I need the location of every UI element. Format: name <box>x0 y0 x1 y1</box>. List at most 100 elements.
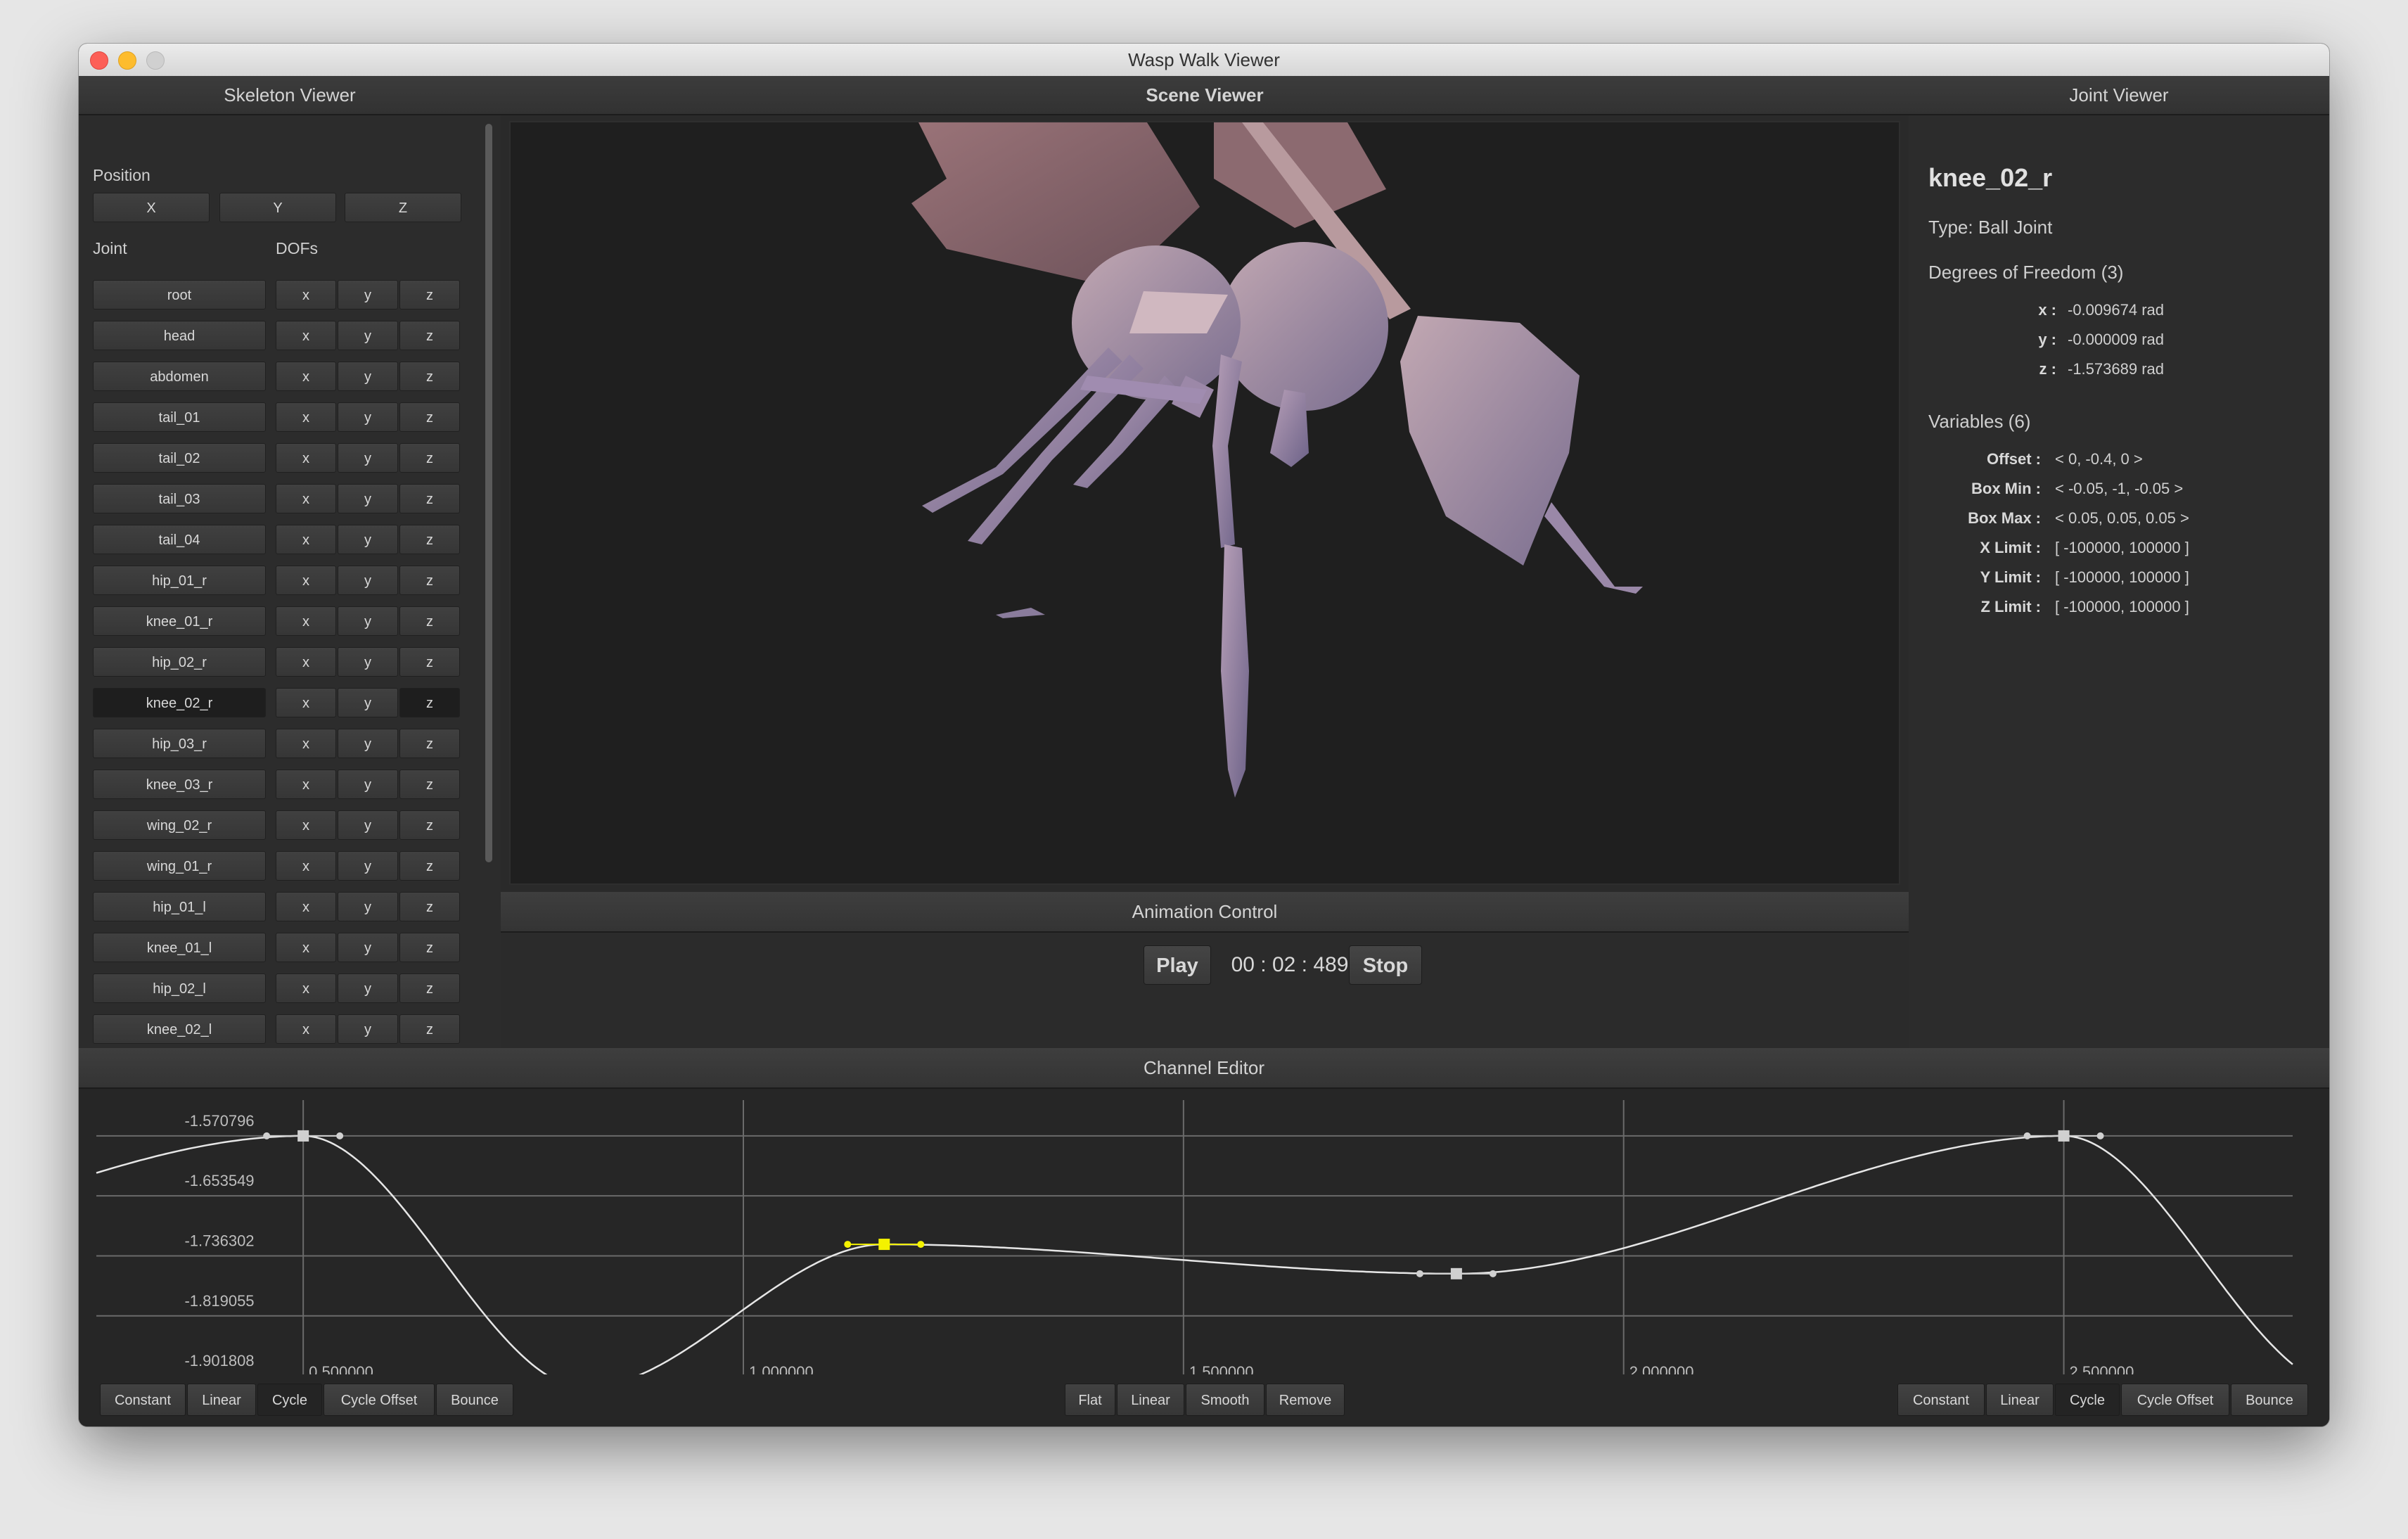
channel-curve-graph[interactable]: -1.570796 -1.653549 -1.736302 -1.819055 -1.9… <box>79 1087 2329 1374</box>
position-y-button[interactable]: Y <box>219 193 336 222</box>
dof-z-button[interactable]: z <box>399 647 460 677</box>
left-extrap-bounce-button[interactable]: Bounce <box>436 1384 513 1416</box>
dof-z-button[interactable]: z <box>399 402 460 432</box>
dof-x-button[interactable]: x <box>276 321 336 350</box>
dof-z-button[interactable]: z <box>399 525 460 554</box>
keyframe-marker[interactable] <box>878 1239 890 1251</box>
joint-list-scrollbar[interactable] <box>485 124 492 862</box>
right-extrap-cycle-button[interactable]: Cycle <box>2055 1384 2120 1416</box>
dof-x-button[interactable]: x <box>276 402 336 432</box>
dof-x-button[interactable]: x <box>276 606 336 636</box>
joint-button-knee_01_l[interactable]: knee_01_l <box>93 933 266 962</box>
dof-y-button[interactable]: y <box>338 1014 398 1044</box>
joint-button-knee_01_r[interactable]: knee_01_r <box>93 606 266 636</box>
dof-y-button[interactable]: y <box>338 443 398 473</box>
dof-z-button[interactable]: z <box>399 770 460 799</box>
dof-z-button[interactable]: z <box>399 484 460 513</box>
dof-y-button[interactable]: y <box>338 321 398 350</box>
joint-button-knee_03_r[interactable]: knee_03_r <box>93 770 266 799</box>
dof-z-button[interactable]: z <box>399 892 460 921</box>
joint-button-hip_01_r[interactable]: hip_01_r <box>93 566 266 595</box>
dof-x-button[interactable]: x <box>276 280 336 309</box>
dof-y-button[interactable]: y <box>338 770 398 799</box>
tangent-smooth-button[interactable]: Smooth <box>1186 1384 1264 1416</box>
dof-x-button[interactable]: x <box>276 566 336 595</box>
joint-button-hip_01_l[interactable]: hip_01_l <box>93 892 266 921</box>
dof-z-button[interactable]: z <box>399 443 460 473</box>
position-x-button[interactable]: X <box>93 193 210 222</box>
dof-z-button[interactable]: z <box>399 606 460 636</box>
tangent-flat-button[interactable]: Flat <box>1065 1384 1115 1416</box>
dof-y-button[interactable]: y <box>338 402 398 432</box>
dof-z-button[interactable]: z <box>399 688 460 717</box>
joint-button-root[interactable]: root <box>93 280 266 309</box>
right-extrap-cycle-offset-button[interactable]: Cycle Offset <box>2121 1384 2229 1416</box>
left-extrap-cycle-offset-button[interactable]: Cycle Offset <box>324 1384 435 1416</box>
dof-x-button[interactable]: x <box>276 362 336 391</box>
dof-x-button[interactable]: x <box>276 851 336 881</box>
joint-button-abdomen[interactable]: abdomen <box>93 362 266 391</box>
right-extrap-constant-button[interactable]: Constant <box>1897 1384 1985 1416</box>
dof-y-button[interactable]: y <box>338 851 398 881</box>
dof-z-button[interactable]: z <box>399 729 460 758</box>
right-extrap-linear-button[interactable]: Linear <box>1986 1384 2054 1416</box>
dof-y-button[interactable]: y <box>338 362 398 391</box>
dof-y-button[interactable]: y <box>338 525 398 554</box>
joint-button-head[interactable]: head <box>93 321 266 350</box>
joint-button-tail_02[interactable]: tail_02 <box>93 443 266 473</box>
dof-x-button[interactable]: x <box>276 443 336 473</box>
joint-button-tail_03[interactable]: tail_03 <box>93 484 266 513</box>
dof-z-button[interactable]: z <box>399 933 460 962</box>
joint-button-knee_02_l[interactable]: knee_02_l <box>93 1014 266 1044</box>
dof-x-button[interactable]: x <box>276 525 336 554</box>
stop-button[interactable]: Stop <box>1349 945 1422 985</box>
dof-z-button[interactable]: z <box>399 973 460 1003</box>
scene-viewport[interactable] <box>509 121 1900 885</box>
right-extrap-bounce-button[interactable]: Bounce <box>2231 1384 2308 1416</box>
play-button[interactable]: Play <box>1144 945 1211 985</box>
dof-x-button[interactable]: x <box>276 933 336 962</box>
left-extrap-cycle-button[interactable]: Cycle <box>257 1384 322 1416</box>
dof-x-button[interactable]: x <box>276 892 336 921</box>
keyframe-marker[interactable] <box>297 1130 309 1142</box>
dof-y-button[interactable]: y <box>338 729 398 758</box>
joint-button-wing_02_r[interactable]: wing_02_r <box>93 810 266 840</box>
dof-y-button[interactable]: y <box>338 566 398 595</box>
dof-x-button[interactable]: x <box>276 688 336 717</box>
dof-z-button[interactable]: z <box>399 1014 460 1044</box>
dof-x-button[interactable]: x <box>276 729 336 758</box>
dof-x-button[interactable]: x <box>276 484 336 513</box>
joint-button-knee_02_r[interactable]: knee_02_r <box>93 688 266 717</box>
dof-y-button[interactable]: y <box>338 647 398 677</box>
left-extrap-constant-button[interactable]: Constant <box>100 1384 186 1416</box>
dof-x-button[interactable]: x <box>276 1014 336 1044</box>
tangent-remove-button[interactable]: Remove <box>1266 1384 1345 1416</box>
dof-y-button[interactable]: y <box>338 973 398 1003</box>
dof-z-button[interactable]: z <box>399 280 460 309</box>
joint-button-hip_02_r[interactable]: hip_02_r <box>93 647 266 677</box>
dof-x-button[interactable]: x <box>276 973 336 1003</box>
joint-button-tail_01[interactable]: tail_01 <box>93 402 266 432</box>
joint-button-hip_03_r[interactable]: hip_03_r <box>93 729 266 758</box>
dof-z-button[interactable]: z <box>399 362 460 391</box>
dof-z-button[interactable]: z <box>399 851 460 881</box>
dof-y-button[interactable]: y <box>338 606 398 636</box>
dof-x-button[interactable]: x <box>276 770 336 799</box>
joint-button-hip_02_l[interactable]: hip_02_l <box>93 973 266 1003</box>
dof-z-button[interactable]: z <box>399 321 460 350</box>
dof-y-button[interactable]: y <box>338 810 398 840</box>
dof-z-button[interactable]: z <box>399 566 460 595</box>
tangent-linear-button[interactable]: Linear <box>1117 1384 1184 1416</box>
dof-y-button[interactable]: y <box>338 280 398 309</box>
dof-x-button[interactable]: x <box>276 810 336 840</box>
left-extrap-linear-button[interactable]: Linear <box>187 1384 256 1416</box>
position-z-button[interactable]: Z <box>345 193 461 222</box>
dof-y-button[interactable]: y <box>338 892 398 921</box>
dof-y-button[interactable]: y <box>338 484 398 513</box>
joint-button-tail_04[interactable]: tail_04 <box>93 525 266 554</box>
dof-z-button[interactable]: z <box>399 810 460 840</box>
joint-button-wing_01_r[interactable]: wing_01_r <box>93 851 266 881</box>
dof-x-button[interactable]: x <box>276 647 336 677</box>
keyframe-marker[interactable] <box>1450 1267 1462 1279</box>
keyframe-marker[interactable] <box>2058 1130 2070 1142</box>
